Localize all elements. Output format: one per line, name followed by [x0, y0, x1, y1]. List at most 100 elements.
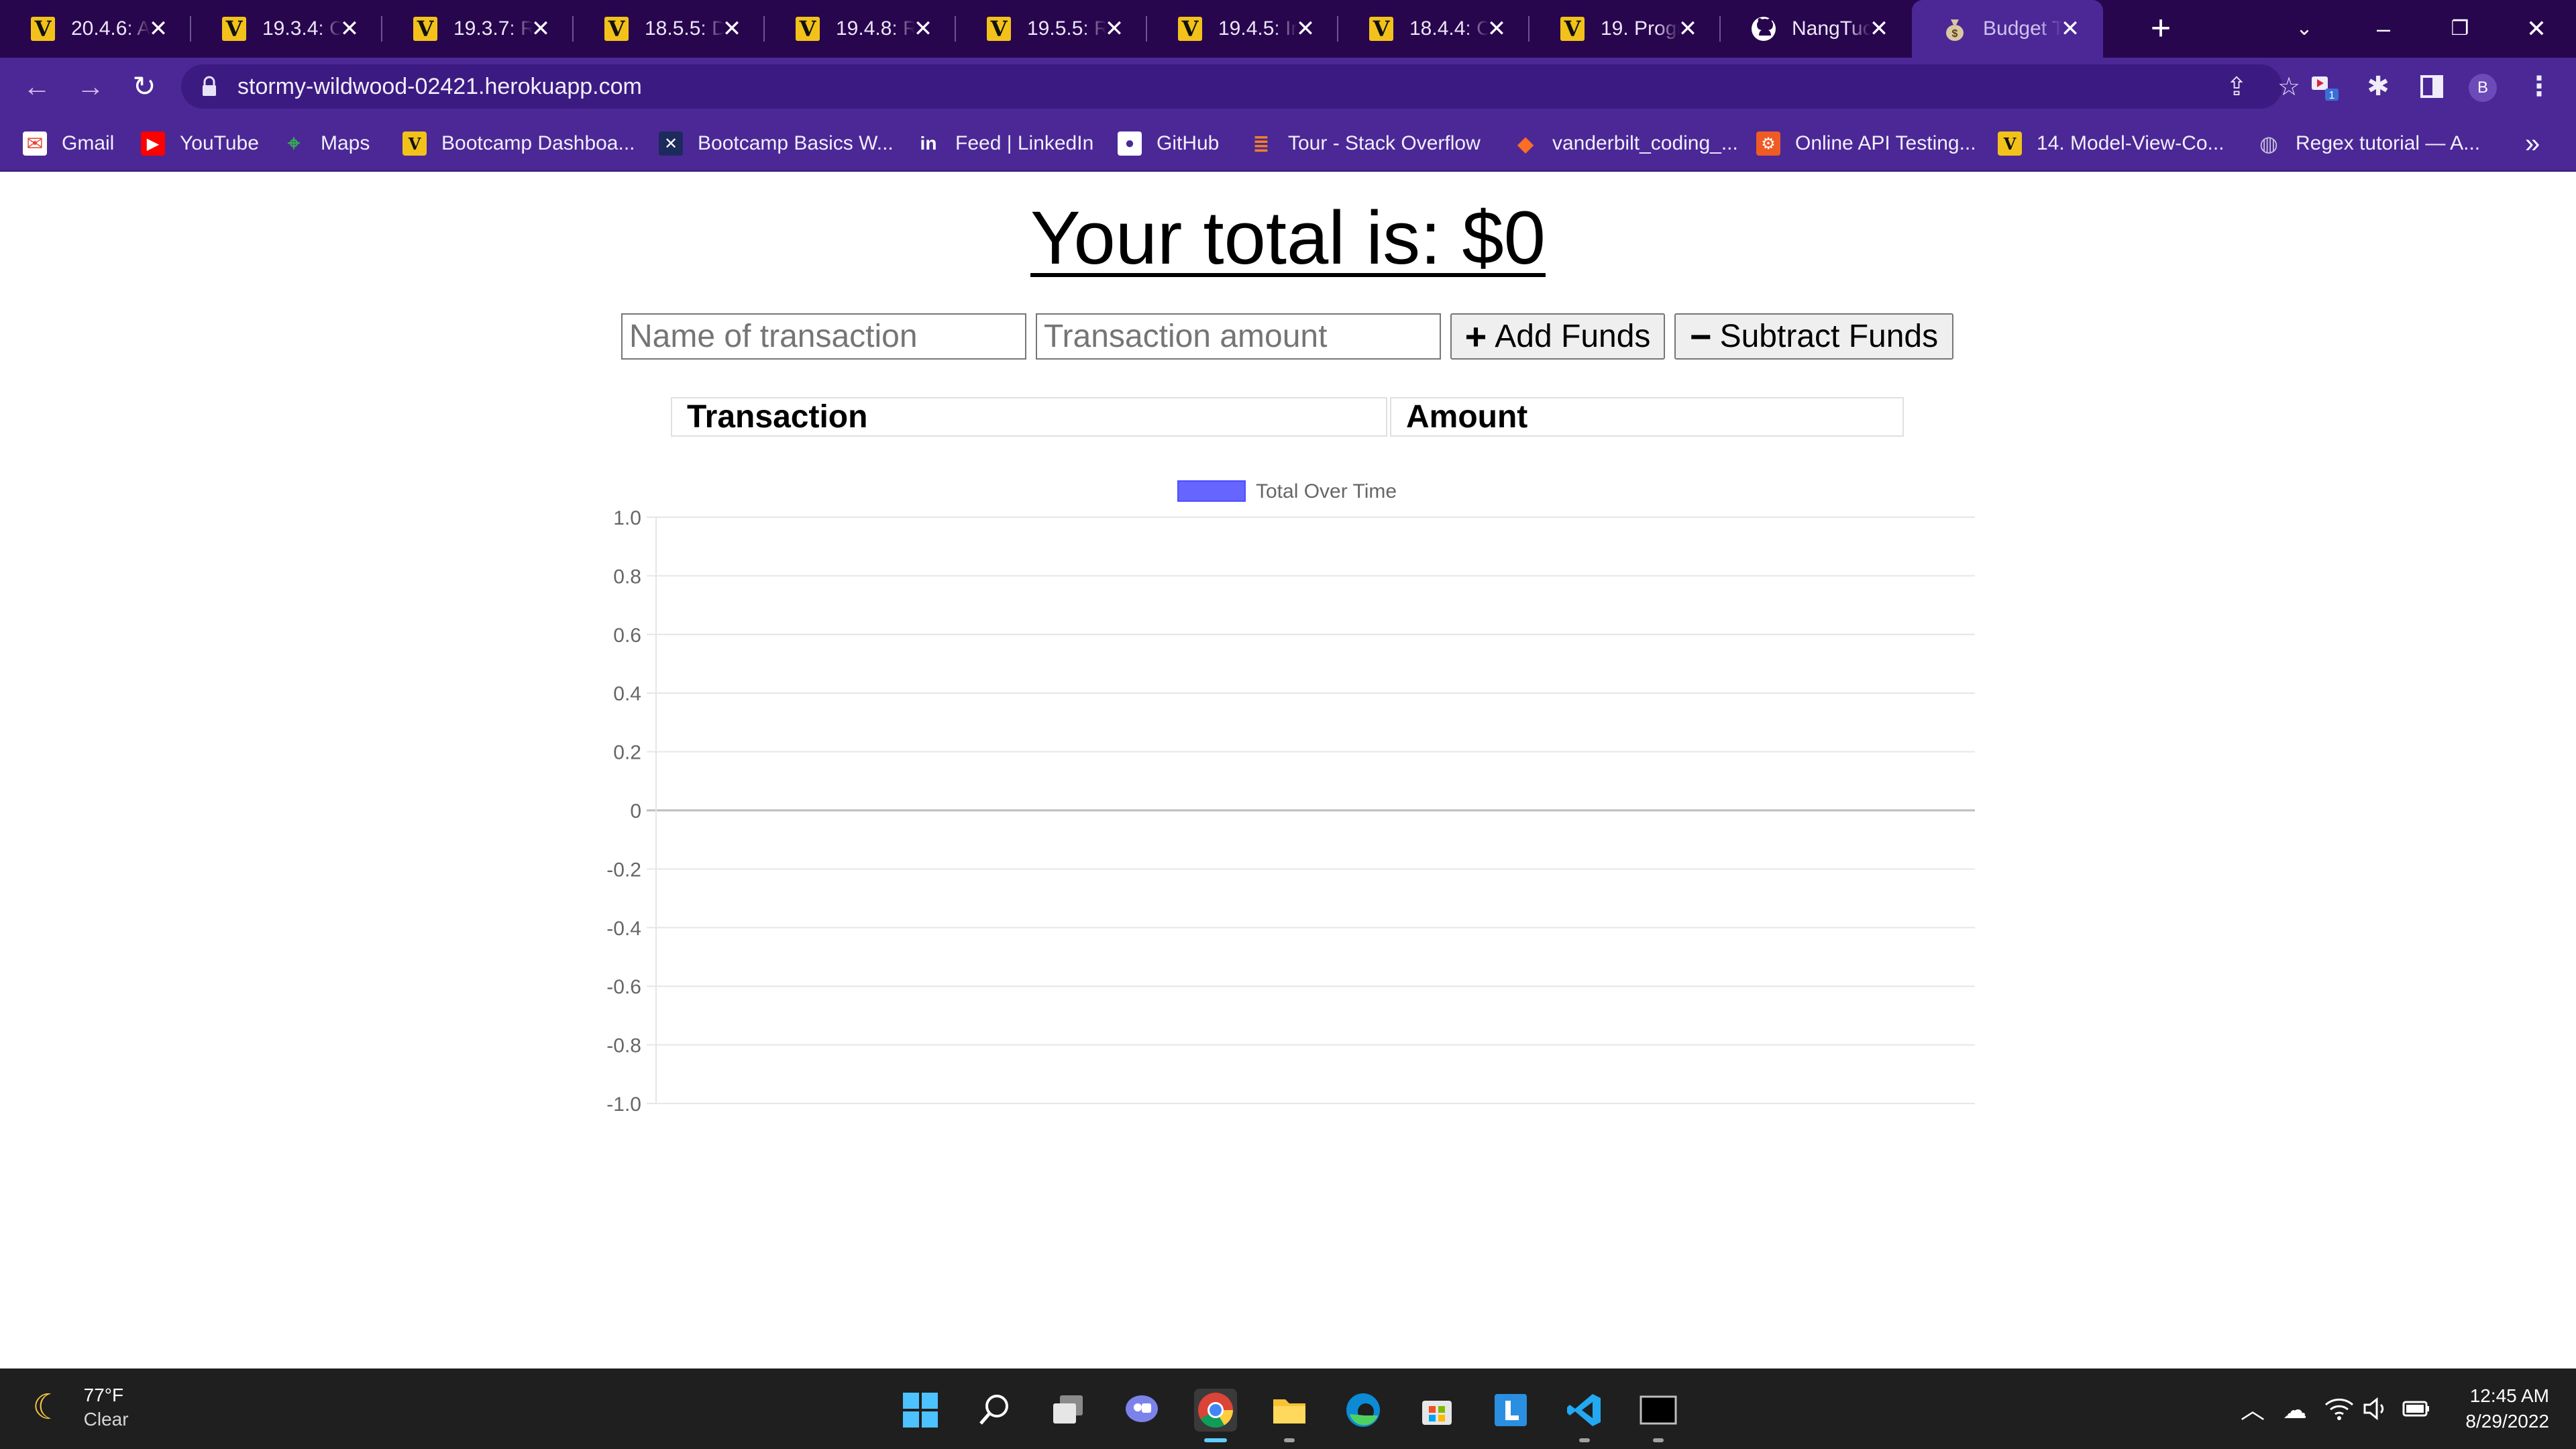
chat-icon — [1126, 1395, 1158, 1422]
tab-close-icon[interactable]: ✕ — [1293, 16, 1318, 42]
bookmark-label: Bootcamp Basics W... — [698, 132, 894, 154]
tab-title: 19.3.7: Re — [453, 17, 533, 40]
browser-tab[interactable]: $ Budget Tr ✕ — [1912, 0, 2103, 58]
address-bar[interactable]: stormy-wildwood-02421.herokuapp.com ⇪ ☆ — [181, 64, 2300, 109]
total-over-time-chart: Total Over Time 1.0 0.8 0.6 0.4 0.2 0 -0.2 -0.4… — [606, 480, 1975, 1116]
y-tick-label: 1.0 — [613, 507, 641, 529]
bookmark-item[interactable]: ● GitHub — [1118, 127, 1219, 160]
bookmark-item[interactable]: ✕ Bootcamp Basics W... — [659, 127, 894, 160]
teams-chat-button[interactable] — [1120, 1389, 1163, 1432]
bookmark-item[interactable]: V Bootcamp Dashboa... — [402, 127, 635, 160]
file-explorer-button[interactable] — [1268, 1389, 1311, 1442]
extension-cast-icon[interactable]: 1 — [2308, 70, 2341, 103]
subtract-funds-label: Subtract Funds — [1719, 319, 1939, 354]
task-view-button[interactable] — [1046, 1389, 1089, 1432]
chrome-taskbar-button[interactable] — [1194, 1389, 1237, 1442]
tab-close-icon[interactable]: ✕ — [1484, 16, 1509, 42]
windows-taskbar: ☾ 77°F Clear ︿ ☁ 12:45 AM 8/29/2022 — [0, 1368, 2576, 1449]
transaction-amount-input[interactable] — [1036, 313, 1441, 360]
y-tick-label: 0.4 — [613, 683, 641, 705]
side-panel-icon[interactable] — [2415, 70, 2449, 103]
browser-tab[interactable]: V 19.4.5: In ✕ — [1147, 0, 1338, 58]
battery-icon[interactable] — [2400, 1395, 2434, 1429]
extensions-puzzle-icon[interactable]: ✱ — [2361, 70, 2395, 103]
wifi-icon[interactable] — [2322, 1395, 2356, 1429]
bootcamp-icon: ✕ — [659, 131, 683, 156]
gmail-icon: ✉ — [23, 131, 47, 156]
chart-legend[interactable]: Total Over Time — [1177, 480, 1397, 502]
store-button[interactable] — [1415, 1389, 1458, 1432]
add-funds-button[interactable]: + Add Funds — [1450, 313, 1665, 360]
share-icon[interactable]: ⇪ — [2222, 72, 2251, 102]
chrome-icon — [1198, 1393, 1233, 1428]
search-button[interactable] — [973, 1389, 1016, 1432]
tab-close-icon[interactable]: ✕ — [528, 16, 553, 42]
restore-button[interactable]: ❐ — [2442, 11, 2478, 47]
moon-icon: ☾ — [32, 1388, 64, 1427]
vscode-button[interactable] — [1563, 1389, 1606, 1442]
tab-close-icon[interactable]: ✕ — [1675, 16, 1701, 42]
browser-tab[interactable]: NangTuo ✕ — [1721, 0, 1912, 58]
browser-tab[interactable]: V 19.3.4: Co✕ — [191, 0, 382, 58]
browser-tab[interactable]: V 20.4.6: Ad✕ — [0, 0, 191, 58]
browser-tab[interactable]: V 19.4.8: Re✕ — [765, 0, 956, 58]
vanderbilt-icon: V — [1368, 15, 1395, 42]
tab-close-icon[interactable]: ✕ — [910, 16, 936, 42]
store-icon — [1422, 1401, 1452, 1425]
tab-close-icon[interactable]: ✕ — [337, 16, 362, 42]
weather-widget[interactable]: ☾ 77°F Clear — [32, 1383, 129, 1432]
legend-label: Total Over Time — [1256, 480, 1397, 502]
l-app-button[interactable] — [1489, 1389, 1532, 1432]
browser-tab[interactable]: V 18.4.4: Cr✕ — [1338, 0, 1529, 58]
bookmark-item[interactable]: ◆ vanderbilt_coding_... — [1513, 127, 1738, 160]
system-clock[interactable]: 12:45 AM 8/29/2022 — [2455, 1383, 2549, 1434]
profile-avatar[interactable]: B — [2469, 74, 2497, 102]
browser-tab[interactable]: V 18.5.5: De✕ — [574, 0, 765, 58]
terminal-button[interactable] — [1637, 1389, 1680, 1442]
bookmark-star-icon[interactable]: ☆ — [2274, 72, 2304, 102]
onedrive-icon[interactable]: ☁ — [2278, 1395, 2312, 1425]
linkedin-icon: in — [920, 133, 937, 154]
maps-icon: ⌖ — [287, 131, 301, 155]
close-window-button[interactable]: ✕ — [2518, 11, 2555, 47]
back-button[interactable]: ← — [20, 70, 54, 103]
tab-search-icon[interactable]: ⌄ — [2286, 11, 2322, 47]
bookmarks-overflow-button[interactable]: » — [2525, 127, 2540, 160]
tab-close-icon[interactable]: ✕ — [1102, 16, 1127, 42]
forward-button[interactable]: → — [74, 70, 107, 103]
bookmark-item[interactable]: ⚙ Online API Testing... — [1756, 127, 1976, 160]
bookmark-item[interactable]: ⌖ Maps — [282, 127, 370, 160]
tab-close-icon[interactable]: ✕ — [146, 16, 171, 42]
tray-overflow-chevron-icon[interactable]: ︿ — [2239, 1395, 2266, 1425]
y-tick-label: -0.2 — [606, 859, 641, 881]
subtract-funds-button[interactable]: − Subtract Funds — [1674, 313, 1953, 360]
tab-close-icon[interactable]: ✕ — [719, 16, 745, 42]
bookmark-item[interactable]: ✉ Gmail — [23, 127, 114, 160]
browser-tab[interactable]: V 19.5.5: Re✕ — [956, 0, 1147, 58]
browser-tab[interactable]: V 19.3.7: Re✕ — [382, 0, 574, 58]
transaction-name-input[interactable] — [621, 313, 1026, 360]
bookmark-item[interactable]: ◍ Regex tutorial — A... — [2257, 127, 2480, 160]
add-funds-label: Add Funds — [1495, 319, 1651, 354]
bookmark-item[interactable]: in Feed | LinkedIn — [916, 127, 1094, 160]
bookmark-item[interactable]: V 14. Model-View-Co... — [1998, 127, 2224, 160]
stackoverflow-icon: ≣ — [1252, 132, 1270, 155]
start-button[interactable] — [899, 1389, 942, 1432]
reload-button[interactable]: ↻ — [127, 70, 161, 103]
plus-icon: + — [1464, 315, 1487, 358]
bookmark-item[interactable]: ≣ Tour - Stack Overflow — [1249, 127, 1480, 160]
browser-tab[interactable]: V 19. Progr ✕ — [1529, 0, 1721, 58]
new-tab-button[interactable]: + — [2144, 11, 2178, 46]
bookmark-item[interactable]: ▶ YouTube — [141, 127, 259, 160]
tab-close-icon[interactable]: ✕ — [1866, 16, 1892, 42]
terminal-icon — [1640, 1395, 1677, 1425]
edge-button[interactable] — [1342, 1389, 1385, 1432]
edge-icon — [1346, 1393, 1380, 1427]
tab-close-icon[interactable]: ✕ — [2057, 16, 2083, 42]
menu-kebab-icon[interactable]: ⋮ — [2522, 70, 2556, 103]
volume-icon[interactable] — [2360, 1395, 2394, 1429]
bookmark-label: Regex tutorial — A... — [2296, 132, 2481, 154]
transactions-table: Transaction Amount — [668, 394, 1907, 462]
minimize-button[interactable]: – — [2365, 11, 2402, 47]
y-tick-label: -0.4 — [606, 918, 641, 940]
